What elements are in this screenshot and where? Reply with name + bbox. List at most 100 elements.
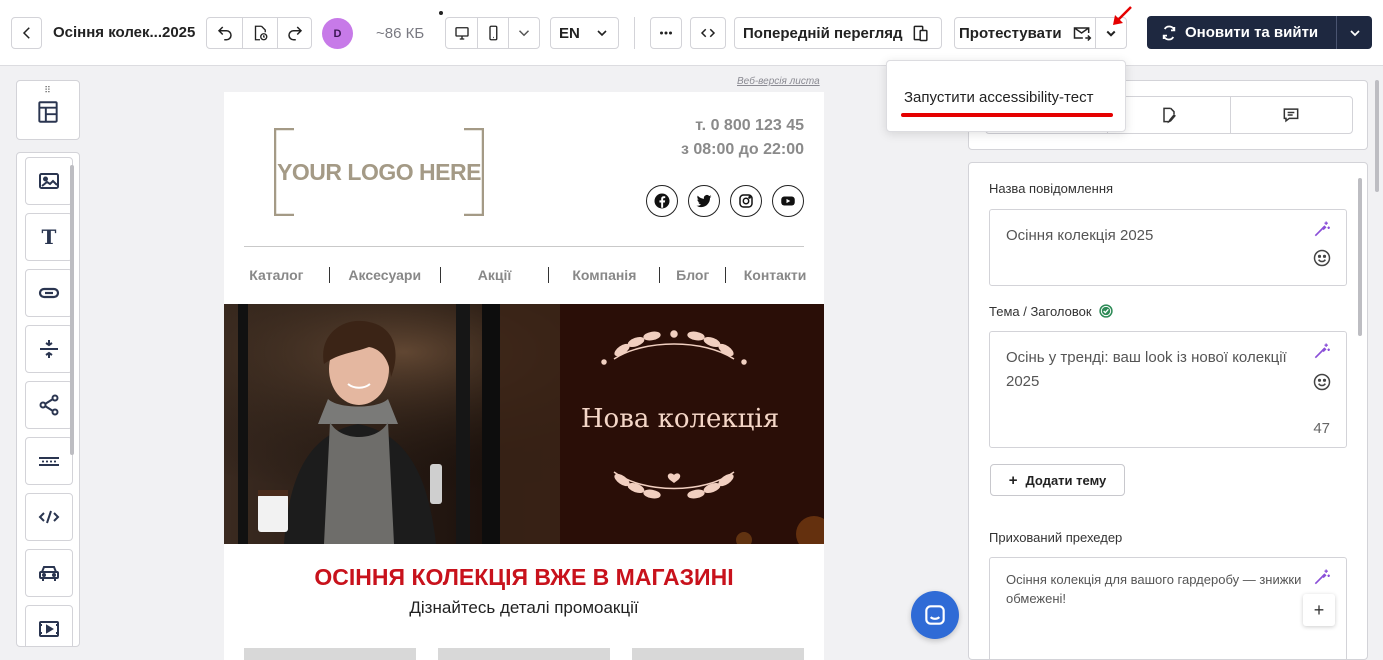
update-and-exit-group: Оновити та вийти — [1147, 16, 1372, 49]
youtube-link[interactable] — [772, 185, 804, 217]
chevron-left-icon — [22, 27, 30, 39]
button-tool[interactable] — [25, 269, 73, 317]
promo-heading[interactable]: ОСІННЯ КОЛЕКЦІЯ ВЖЕ В МАГАЗИНІ — [224, 564, 824, 591]
run-accessibility-test-item[interactable]: Запустити accessibility-тест — [904, 89, 1093, 106]
test-label: Протестувати — [959, 24, 1062, 42]
preheader-field[interactable]: Осіння колекція для вашого гардеробу — з… — [989, 557, 1347, 659]
product-tiles — [244, 648, 804, 660]
text-icon: T — [42, 225, 57, 249]
settings-scrollbar[interactable] — [1358, 178, 1362, 336]
code-view-button[interactable] — [690, 17, 726, 49]
code-icon — [38, 510, 60, 524]
add-subject-button[interactable]: + Додати тему — [990, 464, 1125, 496]
preview-button[interactable]: Попередній перегляд — [734, 17, 942, 49]
undo-icon — [217, 26, 232, 41]
svg-text:T: T — [42, 225, 57, 249]
instagram-icon — [739, 194, 753, 208]
redo-button[interactable] — [277, 18, 311, 48]
brush-doc-icon — [1163, 107, 1176, 124]
mail-send-icon — [1073, 27, 1091, 42]
phone-number: т. 0 800 123 45 — [695, 117, 804, 134]
version-history-button[interactable] — [242, 18, 277, 48]
twitter-link[interactable] — [688, 185, 720, 217]
menu-item-company[interactable]: Компанія — [549, 267, 659, 283]
product-tile[interactable] — [244, 648, 416, 660]
web-version-link[interactable]: Веб-версія листа — [737, 76, 820, 87]
chevron-down-icon — [518, 30, 530, 37]
undo-button[interactable] — [207, 18, 242, 48]
menu-tool[interactable] — [25, 437, 73, 485]
message-name-label-text: Назва повідомлення — [989, 181, 1114, 196]
comment-icon — [1283, 108, 1299, 123]
image-tool[interactable] — [25, 157, 73, 205]
spacer-tool[interactable] — [25, 325, 73, 373]
message-name-field[interactable]: Осіння колекція 2025 — [989, 209, 1347, 286]
more-options-button[interactable] — [650, 17, 682, 49]
blocks-scrollbar[interactable] — [70, 165, 74, 455]
email-canvas[interactable]: YOUR LOGO HERE т. 0 800 123 45 з 08:00 д… — [224, 92, 824, 660]
test-button[interactable]: Протестувати — [955, 18, 1095, 48]
video-icon — [39, 621, 59, 637]
zoom-in-button[interactable]: + — [1303, 594, 1335, 626]
promo-subheading[interactable]: Дізнайтесь деталі промоакції — [224, 598, 824, 618]
plus-icon: + — [1008, 471, 1018, 489]
social-tool[interactable] — [25, 381, 73, 429]
mobile-icon — [489, 25, 498, 41]
facebook-link[interactable] — [646, 185, 678, 217]
email-menu: Каталог Аксесуари Акції Компанія Блог Ко… — [224, 267, 824, 283]
support-chat-button[interactable] — [911, 591, 959, 639]
history-controls — [206, 17, 312, 49]
magic-wand-icon[interactable] — [1312, 341, 1332, 361]
preheader-label-text: Прихований прехедер — [989, 530, 1123, 545]
menu-item-catalog[interactable]: Каталог — [224, 267, 329, 283]
emoji-icon[interactable] — [1312, 248, 1332, 268]
device-menu-button[interactable] — [508, 18, 539, 48]
subject-field[interactable]: Осінь у тренді: ваш look із нової колекц… — [989, 331, 1347, 448]
product-tile[interactable] — [438, 648, 610, 660]
tab-comments[interactable] — [1229, 97, 1352, 133]
amp-tool[interactable] — [25, 549, 73, 597]
toolbar-divider — [634, 17, 635, 49]
magic-wand-icon[interactable] — [1312, 219, 1332, 239]
logo-placeholder[interactable]: YOUR LOGO HERE — [274, 128, 484, 216]
hero-banner[interactable]: Нова колекція — [224, 304, 824, 544]
structures-tool[interactable]: ⠿ — [16, 80, 80, 140]
language-select[interactable]: EN — [550, 17, 619, 49]
subject-label-text: Тема / Заголовок — [989, 303, 1092, 319]
update-and-exit-button[interactable]: Оновити та вийти — [1147, 16, 1336, 49]
product-tile[interactable] — [632, 648, 804, 660]
menu-icon — [39, 457, 59, 466]
email-size: ~86 КБ — [376, 25, 425, 42]
user-avatar[interactable]: D — [322, 18, 353, 49]
html-tool[interactable] — [25, 493, 73, 541]
menu-item-promotions[interactable]: Акції — [441, 267, 549, 283]
emoji-icon[interactable] — [1312, 372, 1332, 392]
magic-wand-icon[interactable] — [1312, 567, 1332, 587]
more-horizontal-icon — [660, 31, 672, 35]
desktop-view-button[interactable] — [446, 18, 477, 48]
layout-icon — [38, 101, 58, 123]
instagram-link[interactable] — [730, 185, 762, 217]
text-tool[interactable]: T — [25, 213, 73, 261]
button-icon — [38, 287, 60, 299]
redo-icon — [287, 26, 302, 41]
mobile-view-button[interactable] — [477, 18, 508, 48]
code-icon — [700, 28, 716, 38]
video-tool[interactable] — [25, 605, 73, 646]
chevron-down-icon — [597, 30, 607, 37]
devices-icon — [913, 25, 928, 42]
menu-item-blog[interactable]: Блог — [660, 267, 725, 283]
image-icon — [39, 173, 59, 189]
primary-options-button[interactable] — [1336, 16, 1372, 49]
back-button[interactable] — [11, 17, 42, 49]
menu-item-contacts[interactable]: Контакти — [726, 267, 824, 283]
panel-scrollbar[interactable] — [1375, 80, 1379, 192]
twitter-icon — [696, 194, 712, 208]
menu-item-accessories[interactable]: Аксесуари — [330, 267, 440, 283]
indicator-dot — [439, 11, 443, 15]
test-options-dropdown: Запустити accessibility-тест — [886, 60, 1126, 132]
chevron-down-icon — [1349, 29, 1360, 36]
desktop-icon — [454, 27, 469, 40]
refresh-icon — [1162, 25, 1176, 40]
share-icon — [39, 394, 59, 416]
